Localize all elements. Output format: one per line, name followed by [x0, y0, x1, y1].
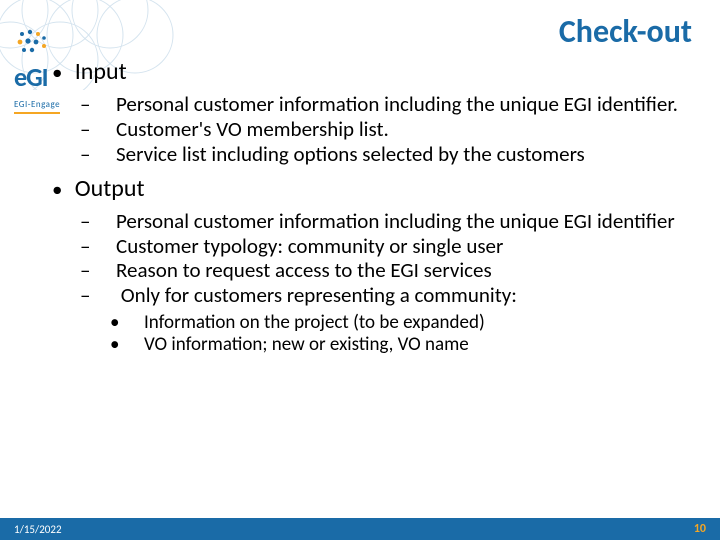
logo-mark-icon [14, 28, 54, 56]
list-item: Customer's VO membership list. [98, 117, 698, 142]
slide-title: Check-out [559, 12, 692, 51]
slide: eGI EGI-Engage Check-out Input Personal … [0, 0, 720, 540]
list-subitem: Information on the project (to be expand… [146, 312, 698, 334]
list-item: Service list including options selected … [98, 142, 698, 167]
footer-date: 1/15/2022 [14, 523, 62, 536]
list-item: Personal customer information including … [98, 209, 698, 234]
list-item: Only for customers representing a commun… [98, 283, 698, 357]
footer-bar: 1/15/2022 10 [0, 518, 720, 540]
footer-page-number: 10 [694, 522, 706, 536]
section-input: Input Personal customer information incl… [54, 58, 698, 167]
content-body: Input Personal customer information incl… [54, 58, 698, 365]
list-item: Personal customer information including … [98, 92, 698, 117]
list-item: Customer typology: community or single u… [98, 234, 698, 259]
list-item: Reason to request access to the EGI serv… [98, 258, 698, 283]
list-item-text: Only for customers representing a commun… [121, 282, 517, 308]
section-output: Output Personal customer information inc… [54, 175, 698, 357]
section-label: Output [75, 174, 145, 203]
list-subitem: VO information; new or existing, VO name [146, 334, 698, 356]
section-label: Input [75, 57, 127, 86]
